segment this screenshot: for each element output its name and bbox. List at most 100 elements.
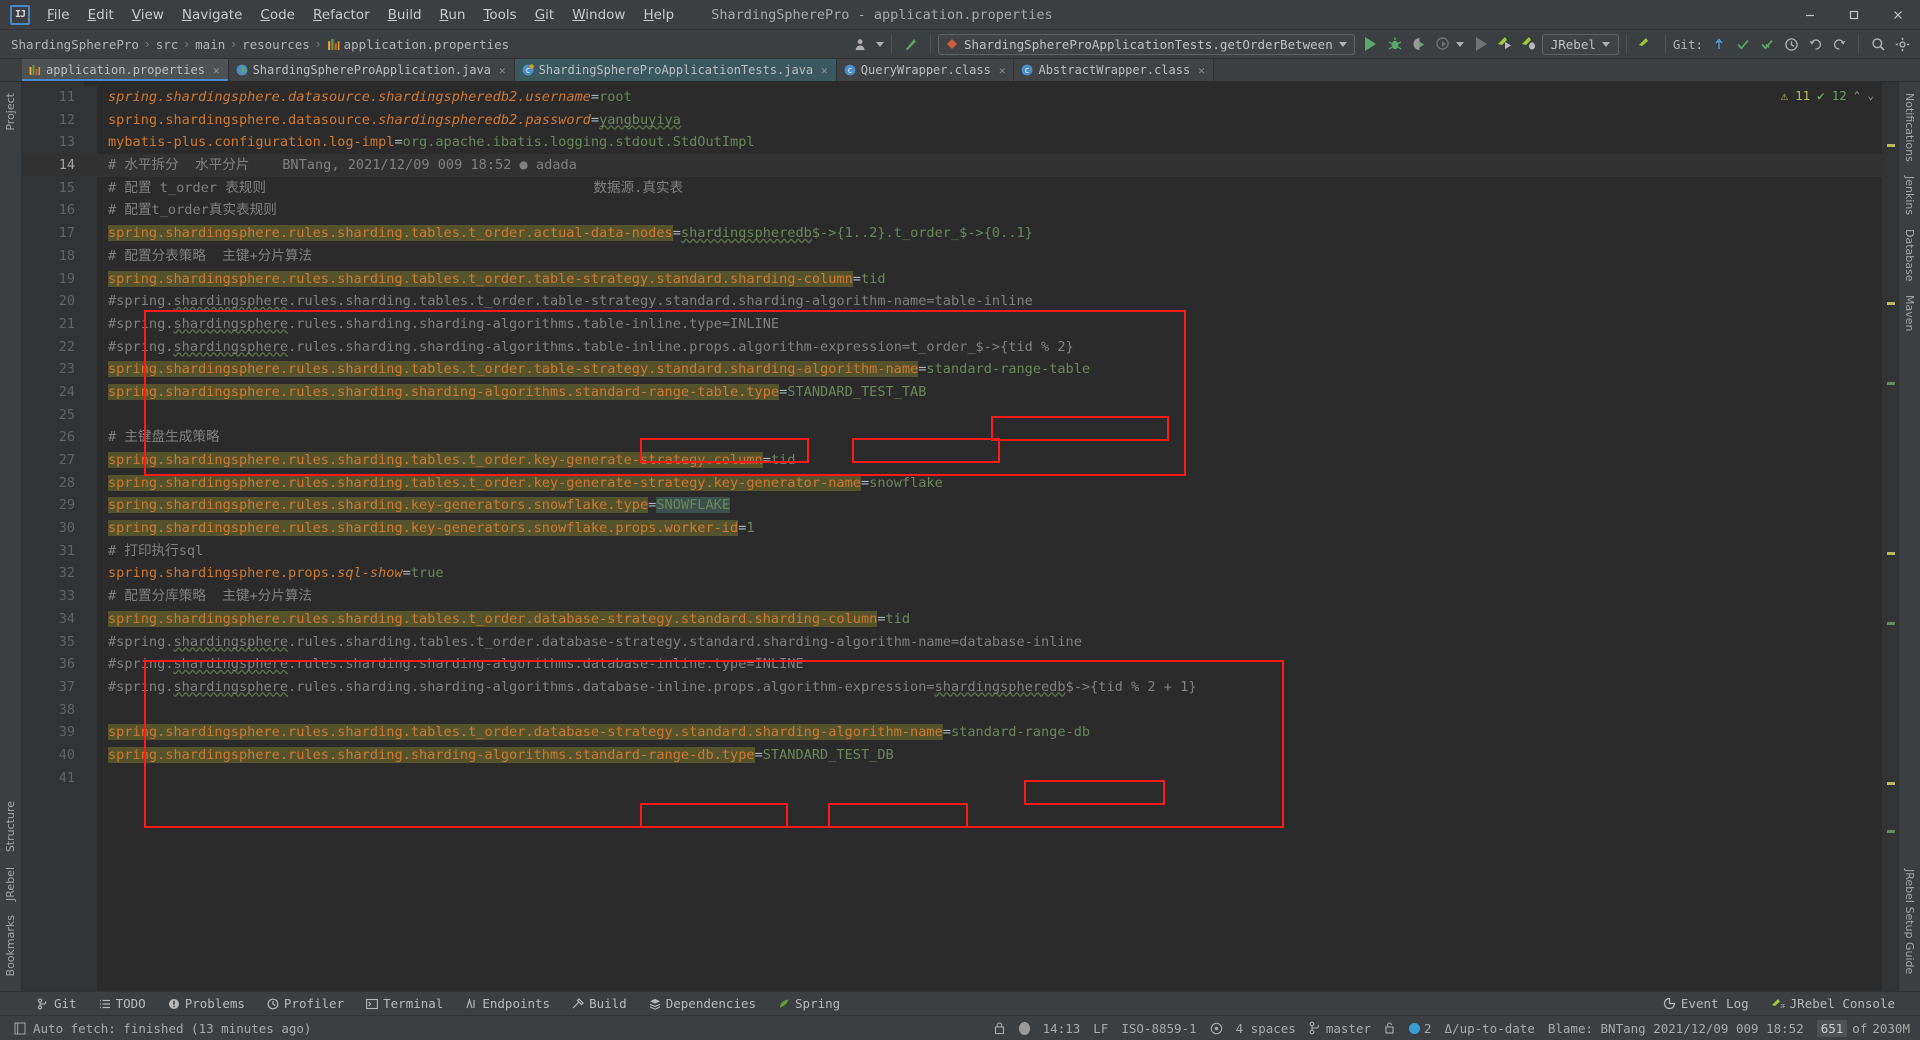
memory-used[interactable]: 651 (1816, 1019, 1848, 1037)
jrebel-debug-button[interactable] (1518, 33, 1542, 55)
line-number[interactable]: 32 (22, 562, 84, 585)
inspection-gutter-scrollbar[interactable] (1882, 82, 1898, 991)
close-tab-icon[interactable]: ✕ (499, 64, 506, 77)
menu-item-git[interactable]: Git (526, 4, 564, 26)
vcs-lock-icon[interactable] (1384, 1021, 1396, 1035)
tool-window-dependencies[interactable]: Dependencies (638, 996, 767, 1011)
breadcrumb-item-main[interactable]: main (192, 37, 228, 52)
jrebel-run-button[interactable] (1494, 33, 1518, 55)
line-number[interactable]: 38 (22, 699, 84, 722)
line-number[interactable]: 16 (22, 199, 84, 222)
lock-icon[interactable] (993, 1021, 1006, 1035)
line-number[interactable]: 36 (22, 653, 84, 676)
menu-item-edit[interactable]: Edit (79, 4, 123, 26)
tool-window-todo[interactable]: TODO (88, 996, 157, 1011)
menu-item-navigate[interactable]: Navigate (173, 4, 252, 26)
indent-setting[interactable]: 4 spaces (1236, 1021, 1296, 1036)
code-content[interactable]: spring.shardingsphere.datasource.shardin… (84, 82, 1882, 991)
search-icon[interactable] (1866, 33, 1890, 55)
line-number[interactable]: 29 (22, 494, 84, 517)
tool-window-event-log[interactable]: Event Log (1652, 996, 1760, 1011)
code-line[interactable]: spring.shardingsphere.rules.sharding.key… (84, 494, 1882, 517)
prev-problem-icon[interactable]: ⌃ (1854, 89, 1861, 102)
close-tab-icon[interactable]: ✕ (1198, 64, 1205, 77)
maximize-button[interactable] (1832, 1, 1876, 29)
menu-item-help[interactable]: Help (634, 4, 683, 26)
line-number[interactable]: 26 (22, 426, 84, 449)
code-line[interactable]: spring.shardingsphere.rules.sharding.tab… (84, 608, 1882, 631)
code-line[interactable] (84, 699, 1882, 722)
git-update-icon[interactable] (1707, 33, 1731, 55)
menu-item-window[interactable]: Window (563, 4, 634, 26)
jrebel-extra-icon[interactable] (1634, 33, 1658, 55)
update-project-icon[interactable] (899, 33, 923, 55)
line-number[interactable]: 39 (22, 721, 84, 744)
code-line[interactable]: mybatis-plus.configuration.log-impl=org.… (84, 131, 1882, 154)
undo-icon[interactable] (1803, 33, 1827, 55)
tool-window-endpoints[interactable]: Endpoints (454, 996, 561, 1011)
git-branch-name[interactable]: master (1326, 1021, 1371, 1036)
breadcrumb-item-src[interactable]: src (153, 37, 182, 52)
user-avatar-icon[interactable] (850, 33, 874, 55)
inspection-status-widget[interactable]: ⚠ 11 ✔ 12 ⌃ ⌄ (1781, 88, 1874, 103)
editor-tab-abstractwrapper-class[interactable]: C AbstractWrapper.class ✕ (1014, 59, 1214, 81)
breadcrumb[interactable]: ShardingSpherePro › src › main › resources › app… (8, 37, 512, 52)
line-number[interactable]: 25 (22, 404, 84, 427)
line-number[interactable]: 12 (22, 109, 84, 132)
menu-item-view[interactable]: View (123, 4, 173, 26)
code-line[interactable]: # 配置 t_order 表规则 数据源.真实表 (84, 177, 1882, 200)
debug-button[interactable] (1383, 33, 1407, 55)
sidebar-item-project[interactable]: Project (1, 86, 20, 138)
sidebar-item-jrebel-setup-guide[interactable]: JRebel Setup Guide (1900, 862, 1919, 981)
sidebar-item-bookmarks[interactable]: Bookmarks (1, 908, 20, 983)
code-line[interactable]: # 水平拆分 水平分片 BNTang, 2021/12/09 009 18:52… (84, 154, 1882, 177)
editor-tab-shardingsphereproapplicationtests-java[interactable]: C ShardingSphereProApplicationTests.java ✕ (514, 59, 837, 81)
code-line[interactable]: # 配置分表策略 主键+分片算法 (84, 245, 1882, 268)
sidebar-item-notifications[interactable]: Notifications (1900, 86, 1919, 169)
tool-window-jrebel-console[interactable]: JR JRebel Console (1760, 996, 1906, 1011)
run-button[interactable] (1359, 33, 1383, 55)
menu-item-build[interactable]: Build (379, 4, 431, 26)
next-problem-icon[interactable]: ⌄ (1867, 89, 1874, 102)
breadcrumb-item-resources[interactable]: resources (239, 37, 313, 52)
tool-window-problems[interactable]: Problems (157, 996, 256, 1011)
menu-item-refactor[interactable]: Refactor (304, 4, 379, 26)
editor-tab-querywrapper-class[interactable]: C QueryWrapper.class ✕ (836, 59, 1015, 81)
git-push-icon[interactable] (1755, 33, 1779, 55)
line-number[interactable]: 18 (22, 245, 84, 268)
line-separator[interactable]: LF (1093, 1021, 1108, 1036)
sidebar-item-structure[interactable]: Structure (1, 794, 20, 859)
run-configuration-selector[interactable]: ShardingSphereProApplicationTests.getOrd… (937, 33, 1355, 55)
code-line[interactable]: #spring.shardingsphere.rules.sharding.sh… (84, 653, 1882, 676)
sidebar-item-maven[interactable]: Maven (1900, 288, 1919, 338)
line-number[interactable]: 28 (22, 472, 84, 495)
tool-window-spring[interactable]: Spring (767, 996, 851, 1011)
line-number[interactable]: 20 (22, 290, 84, 313)
code-line[interactable]: spring.shardingsphere.rules.sharding.tab… (84, 721, 1882, 744)
code-line[interactable]: spring.shardingsphere.rules.sharding.tab… (84, 472, 1882, 495)
code-line[interactable]: #spring.shardingsphere.rules.sharding.ta… (84, 631, 1882, 654)
close-tab-icon[interactable]: ✕ (821, 64, 828, 77)
line-number[interactable]: 19 (22, 268, 84, 291)
line-number[interactable]: 11 (22, 86, 84, 109)
code-line[interactable]: spring.shardingsphere.datasource.shardin… (84, 86, 1882, 109)
jrebel-caret-icon[interactable] (1601, 41, 1610, 47)
git-history-icon[interactable] (1779, 33, 1803, 55)
code-line[interactable]: #spring.shardingsphere.rules.sharding.sh… (84, 336, 1882, 359)
user-menu-caret-icon[interactable] (875, 41, 884, 47)
sidebar-item-jenkins[interactable]: Jenkins (1900, 169, 1919, 222)
line-number[interactable]: 22 (22, 336, 84, 359)
code-line[interactable]: # 配置t_order真实表规则 (84, 199, 1882, 222)
code-line[interactable]: spring.shardingsphere.rules.sharding.sha… (84, 381, 1882, 404)
jrebel-status-icon[interactable] (1409, 1022, 1420, 1034)
close-button[interactable] (1876, 1, 1920, 29)
line-number[interactable]: 35 (22, 631, 84, 654)
line-number[interactable]: 34 (22, 608, 84, 631)
close-tab-icon[interactable]: ✕ (999, 64, 1006, 77)
line-number[interactable]: 30 (22, 517, 84, 540)
profile-caret-icon[interactable] (1455, 41, 1464, 47)
line-number[interactable]: 15 (22, 177, 84, 200)
code-line[interactable] (84, 767, 1882, 790)
line-number[interactable]: 41 (22, 767, 84, 790)
menu-item-run[interactable]: Run (431, 4, 475, 26)
